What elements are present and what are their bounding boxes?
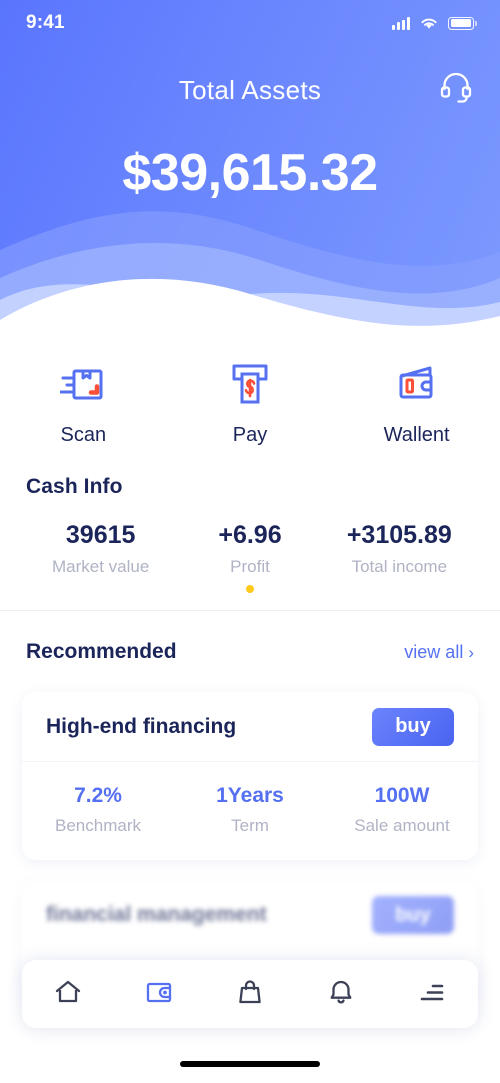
cash-info-section: Cash Info 39615 Market value +6.96 Profi… bbox=[0, 475, 500, 593]
card-title: High-end financing bbox=[46, 714, 237, 738]
quick-actions: Scan Pay Wallent bbox=[0, 360, 500, 447]
recommended-title: Recommended bbox=[26, 640, 177, 663]
section-divider bbox=[0, 610, 500, 611]
status-bar: 9:41 bbox=[0, 0, 500, 46]
app-screen: 9:41 Total Assets $39,615.32 Scan Pay Wa… bbox=[0, 0, 500, 1083]
card-title: financial management bbox=[46, 903, 267, 926]
headset-support-icon[interactable] bbox=[436, 66, 476, 111]
card-header: financial management buy bbox=[22, 880, 478, 950]
nav-item-home[interactable] bbox=[36, 960, 100, 1028]
chevron-right-icon: › bbox=[468, 642, 474, 662]
cash-info-title: Cash Info bbox=[26, 475, 123, 498]
stat-value: 7.2% bbox=[74, 784, 122, 807]
recommended-card-high-end-financing[interactable]: High-end financing buy 7.2% Benchmark 1Y… bbox=[22, 692, 478, 860]
stat-value: 39615 bbox=[65, 521, 136, 549]
stat-label: Sale amount bbox=[354, 816, 450, 835]
scan-package-icon bbox=[60, 360, 106, 410]
card-stat-term: 1Years Term bbox=[174, 784, 326, 836]
page-title: Total Assets bbox=[178, 74, 322, 105]
buy-button[interactable]: buy bbox=[372, 707, 454, 746]
nav-item-shopping[interactable] bbox=[218, 960, 282, 1028]
quick-action-label: Wallent bbox=[383, 424, 450, 446]
wave-decoration bbox=[0, 211, 500, 340]
status-icons bbox=[392, 16, 477, 30]
header-title-row: Total Assets bbox=[0, 68, 500, 112]
status-time: 9:41 bbox=[26, 12, 65, 33]
profit-indicator-dot bbox=[245, 585, 254, 593]
stat-value: 100W bbox=[374, 784, 430, 807]
wallet-icon bbox=[394, 360, 440, 410]
quick-action-pay[interactable]: Pay bbox=[190, 360, 310, 447]
card-header: High-end financing buy bbox=[22, 692, 478, 762]
card-stat-benchmark: 7.2% Benchmark bbox=[22, 784, 174, 836]
stat-label: Term bbox=[231, 816, 269, 835]
recommended-header: Recommended view all › bbox=[0, 640, 500, 664]
stat-label: Profit bbox=[230, 557, 270, 576]
home-indicator bbox=[180, 1061, 320, 1067]
card-stat-sale-amount: 100W Sale amount bbox=[326, 784, 478, 836]
stat-label: Market value bbox=[52, 557, 150, 576]
view-all-label: view all bbox=[404, 641, 464, 662]
view-all-link[interactable]: view all › bbox=[404, 642, 474, 663]
stat-label: Total income bbox=[351, 557, 448, 576]
nav-item-notifications[interactable] bbox=[309, 960, 373, 1028]
atm-pay-icon bbox=[229, 360, 271, 410]
stat-value: 1Years bbox=[216, 784, 284, 807]
cash-stat-profit: +6.96 Profit bbox=[175, 521, 324, 593]
stat-value: +6.96 bbox=[218, 521, 282, 549]
menu-list-icon bbox=[416, 976, 448, 1013]
shopping-bag-icon bbox=[234, 976, 266, 1013]
stat-value: +3105.89 bbox=[346, 521, 452, 549]
buy-button[interactable]: buy bbox=[372, 896, 454, 934]
stat-label: Benchmark bbox=[55, 816, 141, 835]
cash-stat-market-value: 39615 Market value bbox=[26, 521, 175, 593]
cash-stat-total-income: +3105.89 Total income bbox=[325, 521, 474, 593]
card-stats: 7.2% Benchmark 1Years Term 100W Sale amo… bbox=[22, 762, 478, 836]
quick-action-scan[interactable]: Scan bbox=[23, 360, 143, 447]
quick-action-wallent[interactable]: Wallent bbox=[357, 360, 477, 447]
signal-bars-icon bbox=[392, 16, 410, 30]
quick-action-label: Scan bbox=[60, 424, 107, 446]
wifi-icon bbox=[421, 18, 437, 29]
total-balance: $39,615.32 bbox=[122, 144, 378, 202]
header-banner: 9:41 Total Assets $39,615.32 bbox=[0, 0, 500, 340]
bell-icon bbox=[325, 976, 357, 1013]
quick-action-label: Pay bbox=[232, 424, 268, 446]
cash-info-stats: 39615 Market value +6.96 Profit +3105.89… bbox=[26, 521, 474, 593]
bottom-navigation bbox=[22, 960, 478, 1028]
battery-icon bbox=[448, 16, 477, 30]
nav-item-wallet[interactable] bbox=[127, 960, 191, 1028]
home-icon bbox=[52, 976, 84, 1013]
nav-item-menu[interactable] bbox=[400, 960, 464, 1028]
wallet-nav-icon bbox=[143, 976, 175, 1013]
